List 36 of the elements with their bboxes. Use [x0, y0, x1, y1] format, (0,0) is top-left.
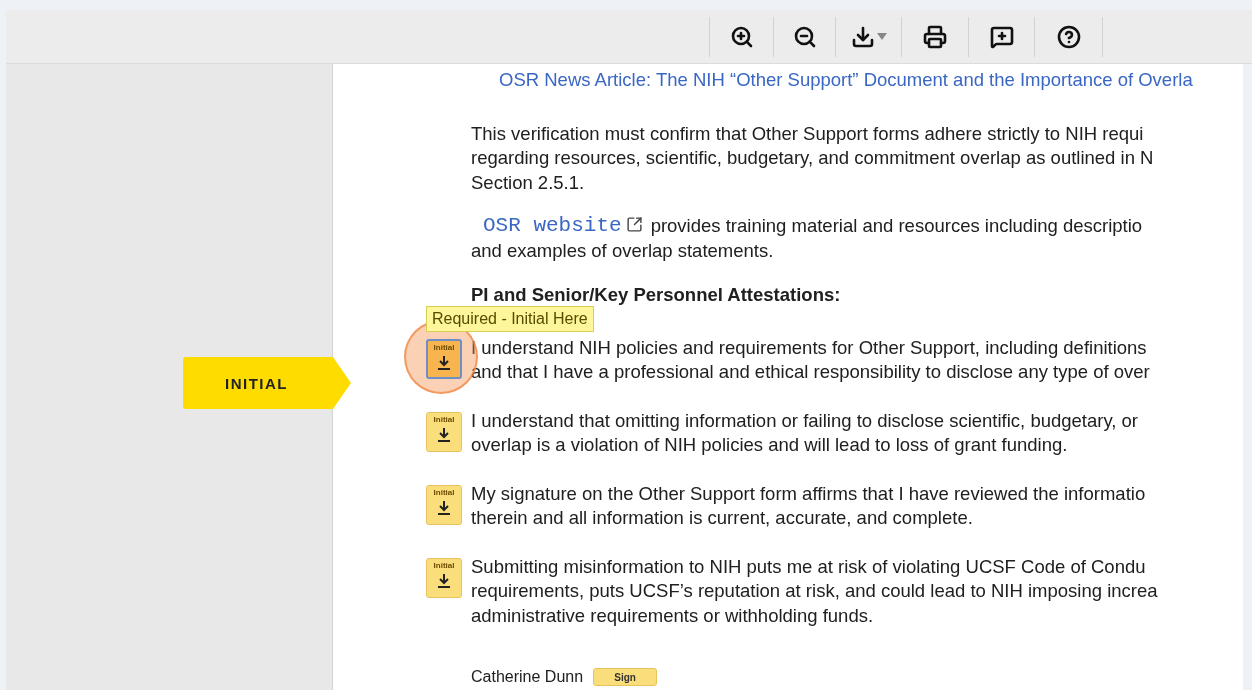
paragraph-line: and examples of overlap statements. — [471, 238, 775, 263]
download-icon — [850, 24, 875, 49]
zoom-out-icon — [792, 24, 817, 49]
download-icon — [437, 572, 451, 589]
zoom-in-icon — [729, 24, 754, 49]
website-link[interactable]: OSR website — [483, 214, 643, 239]
tooltip: Required - Initial Here — [426, 305, 594, 332]
caret-icon — [876, 32, 887, 41]
download-icon — [437, 499, 451, 516]
signer-name: Catherine Dunn — [471, 668, 584, 686]
attestation-line: therein and all information is current, accurate, and complete. — [471, 506, 974, 530]
initial-field[interactable]: Initial — [426, 557, 462, 598]
comment-plus-icon — [989, 24, 1014, 49]
paragraph-line: regarding resources, scientific, budgetary, and commitment overlap as outlined in N — [471, 146, 1155, 170]
attestation-line: requirements, puts UCSF’s reputation at risk, and could lead to NIH imposing increa — [471, 579, 1159, 603]
attestation-line: overlap is a violation of NIH policies and will lead to loss of grant funding. — [471, 433, 1069, 457]
help-icon — [1056, 24, 1081, 49]
paragraph-line: This verification must confirm that Other Support forms adhere strictly to NIH requi — [471, 121, 1145, 146]
article-link[interactable]: OSR News Article: The NIH “Other Support” Document and the Importance of Overla — [499, 69, 1193, 90]
attestation-line: I understand NIH policies and requirements for Other Support, including definitions — [471, 335, 1148, 360]
sign-button[interactable]: Sign — [593, 668, 658, 686]
paragraph-line: Section 2.5.1. — [471, 170, 586, 195]
initial-field[interactable]: Initial — [426, 484, 462, 525]
initial-field[interactable]: Initial — [426, 338, 462, 379]
attestation-line: administrative requirements or withholding funds. — [471, 603, 875, 628]
attestation-line: Submitting misinformation to NIH puts me at risk of violating UCSF Code of Condu — [471, 554, 1147, 579]
download-icon — [437, 354, 451, 371]
printer-icon — [923, 24, 947, 49]
external-link-icon — [625, 216, 643, 233]
attestation-line: I understand that omitting information or failing to disclose scientific, budgetary, or — [471, 408, 1140, 433]
paragraph-line: provides training material and resources including descriptio — [650, 214, 1143, 238]
section-heading: PI and Senior/Key Personnel Attestations: — [471, 283, 842, 307]
initial-field[interactable]: Initial — [426, 411, 462, 452]
attestation-line: My signature on the Other Support form affirms that I have reviewed the informatio — [471, 481, 1147, 506]
download-icon — [437, 426, 451, 443]
initial-guide-tag[interactable]: INITIAL — [183, 357, 351, 409]
